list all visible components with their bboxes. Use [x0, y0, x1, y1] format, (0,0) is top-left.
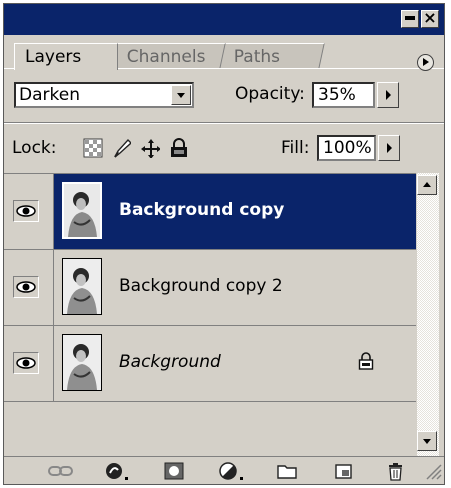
layers-panel: × Paths Channels Layers Darken Opacity: … [3, 3, 445, 485]
lock-all-icon[interactable] [169, 138, 189, 158]
layers-bottom-toolbar [4, 456, 444, 484]
layer-list-scrollbar[interactable] [417, 173, 439, 456]
tab-channels[interactable]: Channels [108, 43, 226, 69]
layer-thumbnail[interactable] [62, 182, 102, 239]
layer-name[interactable]: Background [119, 352, 221, 372]
panel-title-bar[interactable]: × [4, 4, 444, 35]
fill-slider-button[interactable] [378, 135, 400, 161]
layer-name[interactable]: Background copy 2 [119, 276, 283, 296]
tab-layers[interactable]: Layers [14, 43, 118, 70]
eye-icon[interactable] [13, 200, 39, 222]
lock-label: Lock: [12, 138, 57, 158]
lock-icon [358, 352, 374, 370]
lock-image-pixels-icon[interactable] [111, 138, 131, 158]
visibility-cell[interactable] [4, 326, 54, 401]
layer-thumbnail[interactable] [62, 258, 102, 315]
opacity-label: Opacity: [235, 84, 305, 104]
layer-row[interactable]: Background [4, 326, 416, 402]
lock-position-icon[interactable] [140, 138, 160, 158]
blend-mode-select[interactable]: Darken [14, 82, 194, 108]
fill-input[interactable]: 100% [317, 135, 376, 161]
visibility-cell[interactable] [4, 174, 54, 249]
layer-mask-icon[interactable] [164, 462, 186, 482]
adjustment-layer-icon[interactable] [218, 462, 248, 482]
layer-row[interactable]: Background copy [4, 174, 416, 250]
layer-name[interactable]: Background copy [119, 200, 284, 220]
scroll-down-icon[interactable] [417, 431, 437, 451]
tab-paths[interactable]: Paths [215, 43, 325, 69]
eye-icon[interactable] [13, 276, 39, 298]
layer-list: Background copy Background copy 2 Backgr… [4, 173, 416, 456]
layer-thumbnail[interactable] [62, 334, 102, 391]
divider [4, 123, 444, 124]
visibility-cell[interactable] [4, 250, 54, 325]
fill-label: Fill: [281, 138, 310, 158]
resize-grip-icon[interactable] [424, 462, 442, 480]
close-icon[interactable]: × [421, 8, 439, 28]
eye-icon[interactable] [13, 352, 39, 374]
trash-icon[interactable] [387, 462, 405, 482]
scroll-up-icon[interactable] [417, 175, 437, 195]
new-group-icon[interactable] [277, 462, 299, 480]
layer-row[interactable]: Background copy 2 [4, 250, 416, 326]
new-layer-icon[interactable] [334, 462, 354, 480]
chevron-down-icon[interactable] [171, 85, 191, 105]
layer-style-icon[interactable] [104, 462, 132, 482]
lock-transparent-pixels-icon[interactable] [83, 138, 103, 158]
panel-menu-icon[interactable] [417, 54, 434, 71]
link-layers-icon[interactable] [48, 462, 74, 480]
tab-strip: Paths Channels Layers [4, 35, 444, 70]
opacity-input[interactable]: 35% [312, 82, 375, 108]
minimize-icon[interactable] [401, 10, 419, 28]
opacity-slider-button[interactable] [377, 82, 399, 108]
